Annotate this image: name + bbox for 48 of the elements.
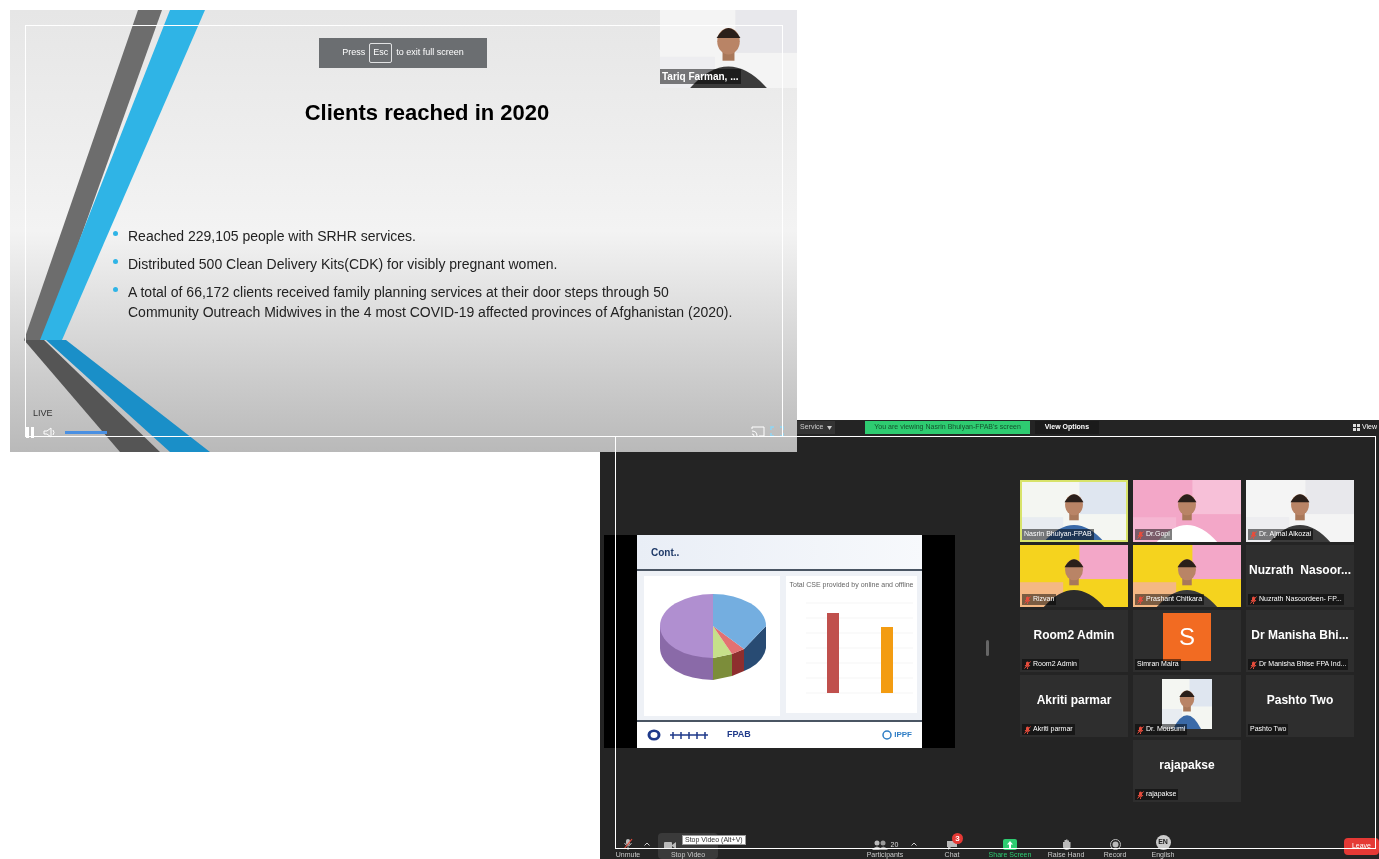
pause-icon[interactable] (25, 427, 35, 438)
participant-display-name: Akriti parmar (1035, 692, 1113, 709)
record-icon (1109, 839, 1121, 850)
volume-slider[interactable] (65, 431, 107, 434)
org-name: FPAB (727, 728, 751, 742)
muted-mic-icon (1024, 725, 1031, 734)
muted-mic-icon (1024, 595, 1031, 604)
video-camera-icon (664, 841, 676, 850)
logo-icon (647, 729, 661, 741)
muted-mic-icon (1137, 530, 1144, 539)
bullet-text: Reached 229,105 people with SRHR services. (128, 227, 416, 246)
muted-mic-icon (1024, 660, 1031, 669)
notification-badge: 3 (952, 833, 963, 844)
hint-text: to exit full screen (396, 46, 464, 60)
hint-text: Press (342, 46, 366, 60)
muted-mic-icon (1137, 725, 1144, 734)
slide-heading: Cont.. (651, 545, 680, 560)
fullscreen-icon[interactable] (770, 426, 784, 437)
hand-icon (1061, 839, 1071, 850)
muted-mic-icon (1137, 595, 1144, 604)
caret-icon[interactable] (827, 425, 833, 430)
participant-display-name: Dr Manisha Bhi... (1250, 627, 1350, 644)
muted-mic-icon (1250, 595, 1257, 604)
participant-display-name: Nuzrath Nasoor... (1248, 562, 1352, 579)
bullet-text: Distributed 500 Clean Delivery Kits(CDK) for visibly pregnant women. (128, 255, 558, 274)
caret-icon[interactable] (911, 842, 917, 846)
muted-mic-icon (1250, 660, 1257, 669)
participant-display-name: Room2 Admin (1032, 627, 1116, 644)
grid-view-icon[interactable] (1352, 424, 1360, 431)
volume-icon[interactable] (43, 427, 56, 438)
splitter-handle[interactable] (986, 640, 989, 656)
chat-bubble-icon (946, 840, 958, 850)
bar (881, 626, 893, 693)
people-icon (871, 839, 888, 850)
bullet-text: A total of 66,172 clients received family planning services at their door steps through 50 Community Outreach Midwives in the 4 most COVID-19 affected provinces of Afghanistan (2020). (128, 283, 734, 322)
slide-title: Clients reached in 2020 (303, 99, 551, 127)
partner-name: IPPF (894, 729, 912, 741)
participant-display-name: Pashto Two (1265, 692, 1335, 709)
keyboard-key: Esc (369, 43, 393, 63)
caret-icon[interactable] (644, 842, 650, 846)
muted-mic-icon (623, 838, 633, 850)
participant-display-name: rajapakse (1158, 757, 1216, 774)
avatar: S (1163, 613, 1211, 661)
muted-mic-icon (1137, 790, 1144, 799)
live-label: LIVE (33, 407, 53, 420)
cast-icon[interactable] (751, 426, 765, 437)
speaker-name: Tariq Farman, ... (660, 69, 741, 84)
muted-mic-icon (1250, 530, 1257, 539)
